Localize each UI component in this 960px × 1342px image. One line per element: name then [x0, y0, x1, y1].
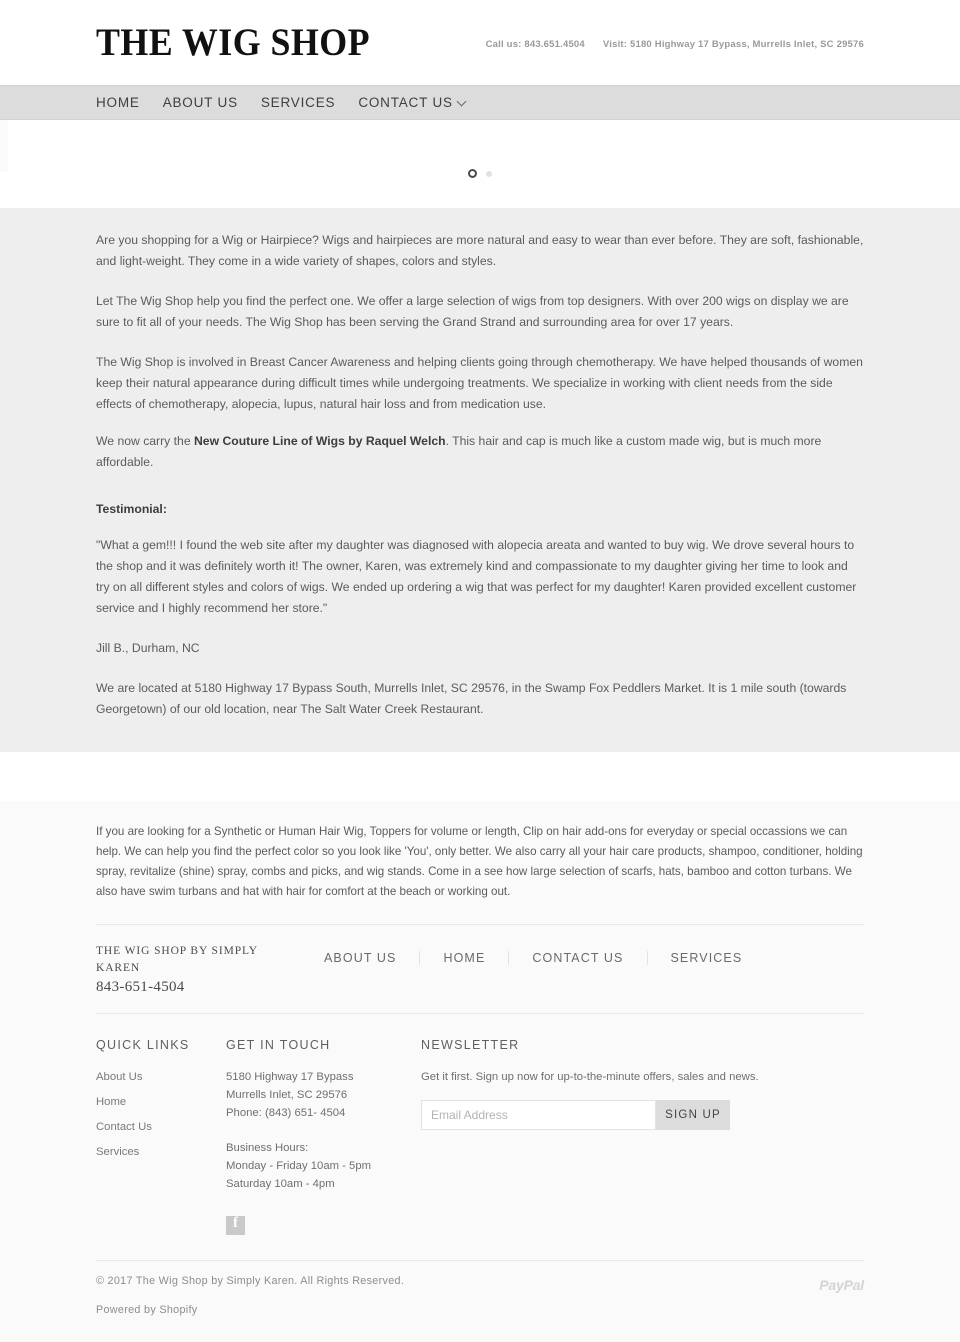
- nav-label: HOME: [96, 95, 140, 110]
- chevron-down-icon: [458, 97, 467, 106]
- footer-column-newsletter: NEWSLETTER Get it first. Sign up now for…: [421, 1038, 864, 1260]
- nav-item-about-us[interactable]: ABOUT US: [163, 95, 238, 110]
- business-hours-weekday: Monday - Friday 10am - 5pm: [226, 1160, 372, 1172]
- main-navigation: HOME ABOUT US SERVICES CONTACT US: [0, 85, 960, 120]
- quick-link-services[interactable]: Services: [96, 1143, 226, 1162]
- footer-link-home[interactable]: HOME: [419, 951, 508, 965]
- main-content: Are you shopping for a Wig or Hairpiece?…: [0, 208, 960, 752]
- section-spacer: [0, 752, 960, 801]
- footer-link-services[interactable]: SERVICES: [646, 951, 766, 965]
- footer-brand-name: THE WIG SHOP BY SIMPLY KAREN: [96, 945, 258, 974]
- location-paragraph: We are located at 5180 Highway 17 Bypass…: [96, 681, 847, 716]
- newsletter-heading: NEWSLETTER: [421, 1038, 520, 1052]
- footer-brand-phone[interactable]: 843-651-4504: [96, 979, 301, 996]
- footer-intro-paragraph: If you are looking for a Synthetic or Hu…: [96, 825, 863, 898]
- intro-paragraph-3: The Wig Shop is involved in Breast Cance…: [96, 355, 863, 411]
- intro-paragraph-1: Are you shopping for a Wig or Hairpiece?…: [96, 233, 864, 268]
- testimonial-author: Jill B., Durham, NC: [96, 641, 200, 655]
- business-hours-label: Business Hours:: [226, 1142, 309, 1154]
- nav-item-services[interactable]: SERVICES: [261, 95, 335, 110]
- hero-slider[interactable]: [0, 120, 960, 208]
- footer-nav-links: ABOUT US HOME CONTACT US SERVICES: [301, 943, 765, 965]
- newsletter-signup-button[interactable]: SIGN UP: [656, 1100, 730, 1130]
- footer-copyright-block: © 2017 The Wig Shop by Simply Karen. All…: [96, 1273, 404, 1318]
- testimonial-heading: Testimonial:: [96, 502, 167, 516]
- testimonial-body: "What a gem!!! I found the web site afte…: [96, 538, 857, 615]
- copyright-text: © 2017 The Wig Shop by Simply Karen. All…: [96, 1275, 405, 1287]
- footer-address-line-2: Murrells Inlet, SC 29576: [226, 1089, 348, 1101]
- header-address: Visit: 5180 Highway 17 Bypass, Murrells …: [602, 39, 864, 50]
- powered-by-text: Powered by Shopify: [96, 1302, 404, 1318]
- slider-dot-1[interactable]: [468, 169, 477, 178]
- site-logo[interactable]: THE WIG SHOP: [96, 23, 370, 62]
- nav-label: CONTACT US: [358, 95, 453, 110]
- footer-address-line-1: 5180 Highway 17 Bypass: [226, 1071, 354, 1083]
- paypal-logo: PayPal: [819, 1277, 864, 1293]
- footer-hours-block: Business Hours: Monday - Friday 10am - 5…: [226, 1139, 421, 1193]
- site-header: THE WIG SHOP Call us: 843.651.4504 Visit…: [0, 0, 960, 85]
- facebook-icon[interactable]: [226, 1215, 245, 1235]
- newsletter-description: Get it first. Sign up now for up-to-the-…: [421, 1071, 759, 1083]
- powered-by-prefix: Powered by: [96, 1304, 160, 1316]
- business-hours-saturday: Saturday 10am - 4pm: [226, 1178, 335, 1190]
- footer-divider-middle: QUICK LINKS About Us Home Contact Us Ser…: [96, 1013, 864, 1260]
- footer-address-block: 5180 Highway 17 Bypass Murrells Inlet, S…: [226, 1068, 421, 1122]
- footer-phone: Phone: (843) 651- 4504: [226, 1107, 346, 1119]
- nav-item-home[interactable]: HOME: [96, 95, 140, 110]
- slider-dot-2[interactable]: [486, 170, 492, 177]
- shopify-link[interactable]: Shopify: [159, 1304, 197, 1316]
- footer-link-about-us[interactable]: ABOUT US: [301, 951, 419, 965]
- footer-link-contact-us[interactable]: CONTACT US: [508, 951, 646, 965]
- nav-label: ABOUT US: [162, 95, 238, 110]
- newsletter-email-input[interactable]: [421, 1100, 656, 1130]
- header-phone: Call us: 843.651.4504: [485, 39, 585, 50]
- newsletter-form: SIGN UP: [421, 1100, 864, 1130]
- footer-divider-top: THE WIG SHOP BY SIMPLY KAREN 843-651-450…: [96, 924, 864, 1013]
- social-links: [226, 1210, 421, 1260]
- footer-brand: THE WIG SHOP BY SIMPLY KAREN 843-651-450…: [96, 943, 301, 996]
- nav-item-contact-us[interactable]: CONTACT US: [358, 95, 467, 110]
- header-contact-info: Call us: 843.651.4504 Visit: 5180 Highwa…: [486, 35, 864, 50]
- slider-pagination: [0, 169, 960, 178]
- footer-divider-bottom: © 2017 The Wig Shop by Simply Karen. All…: [96, 1260, 864, 1342]
- nav-label: SERVICES: [260, 95, 336, 110]
- quick-link-contact-us[interactable]: Contact Us: [96, 1118, 226, 1137]
- get-in-touch-heading: GET IN TOUCH: [226, 1038, 331, 1052]
- footer-column-get-in-touch: GET IN TOUCH 5180 Highway 17 Bypass Murr…: [226, 1038, 421, 1260]
- couture-prefix: We now carry the: [96, 434, 194, 448]
- quick-link-home[interactable]: Home: [96, 1093, 226, 1112]
- quick-links-heading: QUICK LINKS: [96, 1038, 190, 1052]
- site-footer: If you are looking for a Synthetic or Hu…: [0, 801, 960, 1342]
- couture-highlight: New Couture Line of Wigs by Raquel Welch: [194, 434, 446, 448]
- intro-paragraph-4: We now carry the New Couture Line of Wig…: [96, 431, 864, 473]
- intro-paragraph-2: Let The Wig Shop help you find the perfe…: [96, 294, 849, 329]
- quick-link-about-us[interactable]: About Us: [96, 1068, 226, 1087]
- slider-edge-sliver: [0, 120, 8, 172]
- footer-column-quick-links: QUICK LINKS About Us Home Contact Us Ser…: [96, 1038, 226, 1260]
